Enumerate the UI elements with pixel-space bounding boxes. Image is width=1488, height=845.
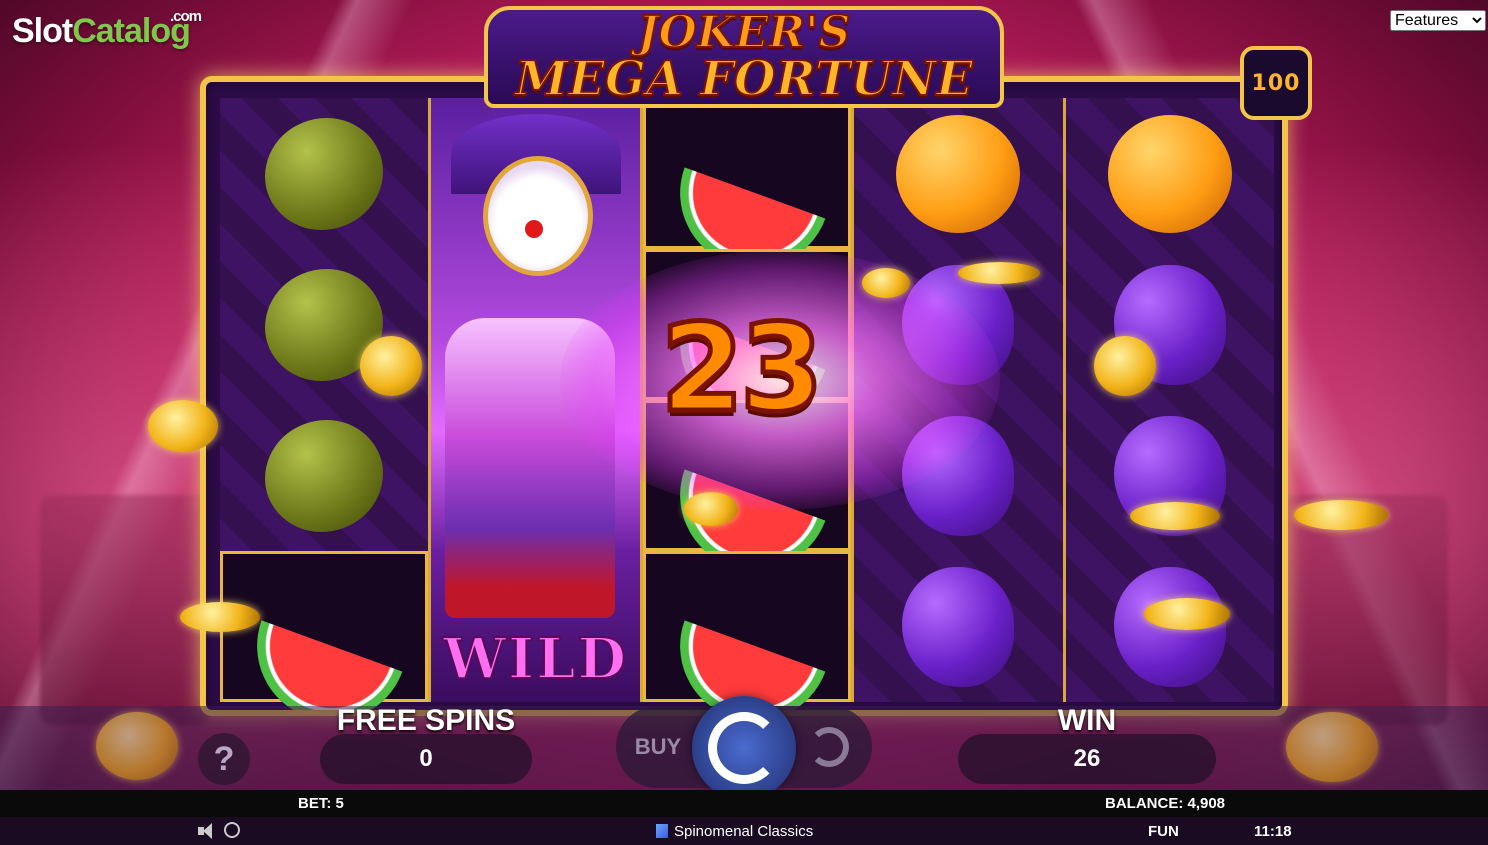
status-bar: BET: 5 BALANCE: 4,908: [0, 790, 1488, 817]
coin-icon: [1144, 598, 1230, 630]
features-dropdown[interactable]: Features: [1390, 10, 1486, 31]
win-label: WIN: [1057, 704, 1117, 737]
coin-icon: [96, 712, 178, 780]
autoplay-icon: [809, 727, 849, 767]
spinomenal-icon: [656, 824, 668, 838]
spin-button[interactable]: [692, 696, 796, 800]
joker-body: [445, 318, 616, 618]
coin-icon: [1094, 336, 1156, 396]
footer-bar: Spinomenal Classics FUN 11:18: [0, 817, 1488, 845]
background-slot-machine-right: [1278, 495, 1448, 725]
clock-text: 11:18: [1254, 823, 1292, 840]
coin-icon: [684, 492, 738, 526]
balance-text: BALANCE: 4,908: [1105, 795, 1226, 812]
symbol-orange: [854, 98, 1062, 249]
coin-icon: [180, 602, 260, 632]
symbol-plum: [854, 400, 1062, 551]
settings-icon[interactable]: [224, 822, 240, 838]
symbol-watermelon: [220, 551, 429, 702]
coin-icon: [1130, 502, 1220, 530]
title-line-2: MEGA FORTUNE: [514, 51, 974, 107]
provider-label: Spinomenal Classics: [674, 823, 814, 840]
game-title: JOKER'S MEGA FORTUNE: [484, 6, 1004, 108]
symbol-lemon: [220, 400, 428, 551]
coin-icon: [360, 336, 422, 396]
autoplay-button[interactable]: [804, 722, 854, 772]
free-spins-value: 0: [320, 734, 532, 784]
free-spins-label: FREE SPINS: [336, 704, 516, 737]
coin-icon: [148, 400, 218, 452]
wild-label: WILD: [442, 625, 629, 693]
symbol-plum: [854, 551, 1062, 702]
logo-slot: Slot: [12, 12, 73, 50]
joker-face: [483, 156, 594, 276]
spin-icon: [708, 712, 780, 784]
buy-button[interactable]: BUY: [628, 720, 688, 774]
title-line-1: JOKER'S: [637, 7, 852, 58]
provider-name: Spinomenal Classics: [656, 823, 813, 840]
symbol-watermelon: [642, 98, 852, 249]
logo-dotcom: .com: [170, 8, 202, 25]
help-button[interactable]: ?: [198, 733, 250, 785]
symbol-watermelon: [642, 551, 852, 702]
coin-icon: [862, 268, 910, 298]
symbol-lemon: [220, 98, 428, 249]
symbol-orange: [1066, 98, 1274, 249]
win-value: 26: [958, 734, 1216, 784]
multiplier-badge: 100: [1240, 46, 1312, 120]
coin-icon: [1294, 500, 1388, 530]
win-popup-number: 23: [658, 298, 826, 442]
coin-icon: [958, 262, 1040, 284]
reel-4: [854, 98, 1066, 702]
coin-icon: [1286, 712, 1378, 782]
bet-text: BET: 5: [298, 795, 344, 812]
mode-text: FUN: [1148, 823, 1179, 840]
slotcatalog-logo: SlotCatalog .com: [12, 8, 202, 51]
sound-icon[interactable]: [198, 823, 216, 839]
